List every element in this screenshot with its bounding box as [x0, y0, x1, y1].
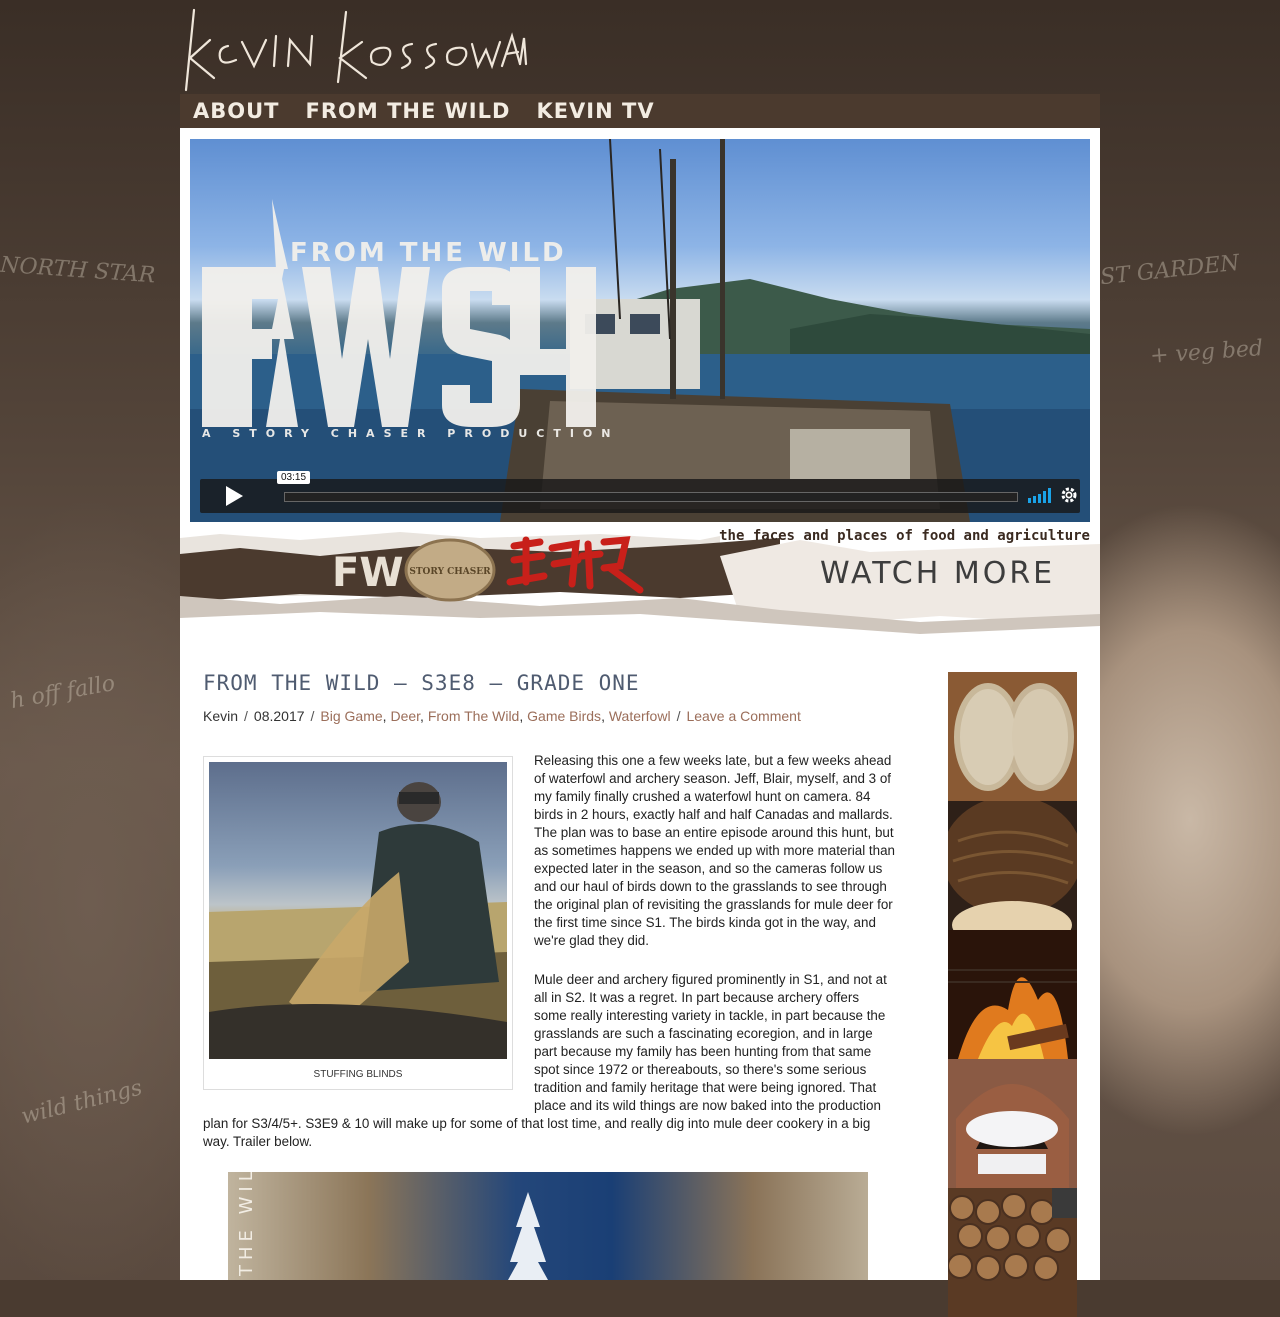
watch-more-link[interactable]: WATCH MORE	[820, 556, 1055, 591]
video-thumbnail: FROM THE WILD A STORY CHASER PRODUCTION	[190, 139, 1090, 522]
video-overlay-subtitle: A STORY CHASER PRODUCTION	[202, 427, 619, 440]
post-meta: Kevin/08.2017/Big Game, Deer, From The W…	[203, 708, 801, 724]
sidebar-image-bread[interactable]	[948, 672, 1077, 801]
sidebar-image-loaf[interactable]	[948, 801, 1077, 930]
trailer-overlay-text: THE WILD	[236, 1172, 257, 1277]
story-chaser-logo: STORY CHASER	[409, 567, 491, 577]
video-progress-bar[interactable]	[284, 492, 1018, 502]
sidebar	[948, 672, 1077, 1317]
content-panel: FROM THE WILD A STORY CHASER PRODUCTION …	[180, 128, 1100, 1317]
play-button[interactable]	[214, 483, 254, 509]
bread-photo	[954, 683, 1074, 791]
post-body: Releasing this one a few weeks late, but…	[203, 752, 895, 1172]
firewood-photo	[948, 1188, 1077, 1281]
category-link-waterfowl[interactable]: Waterfowl	[609, 708, 671, 724]
category-link-big-game[interactable]: Big Game	[320, 708, 382, 724]
post-title[interactable]: FROM THE WILD – S3E8 – GRADE ONE	[203, 671, 640, 695]
nav-item-about[interactable]: ABOUT	[193, 99, 280, 123]
post-author: Kevin	[203, 708, 239, 724]
post-date: 08.2017	[253, 708, 305, 724]
video-timecode: 03:15	[277, 471, 311, 484]
category-link-from-the-wild[interactable]: From The Wild	[428, 708, 520, 724]
video-controls: 03:15	[200, 471, 1080, 513]
loaf-photo	[948, 801, 1077, 930]
trailer-thumbnail: THE WILD	[236, 1172, 548, 1280]
sidebar-image-oven[interactable]	[948, 1059, 1077, 1188]
fw-logo: FW	[332, 550, 403, 596]
fire-photo	[948, 969, 1077, 1059]
video-player[interactable]: FROM THE WILD A STORY CHASER PRODUCTION …	[190, 139, 1090, 522]
nav-item-kevin-tv[interactable]: KEVIN TV	[536, 99, 654, 123]
video-overlay-title: FROM THE WILD	[290, 238, 567, 268]
sidebar-image-firewood[interactable]	[948, 1188, 1077, 1317]
trailer-video[interactable]: THE WILD	[228, 1172, 868, 1280]
watch-more-banner[interactable]: FW STORY CHASER the faces and places of …	[180, 526, 1100, 636]
nav-item-from-the-wild[interactable]: FROM THE WILD	[306, 99, 511, 123]
site-logo[interactable]	[180, 2, 530, 94]
volume-icon[interactable]	[1028, 487, 1052, 503]
play-icon	[226, 486, 243, 506]
sidebar-image-fire[interactable]	[948, 930, 1077, 1059]
leave-comment-link[interactable]: Leave a Comment	[686, 708, 800, 724]
banner-tagline: the faces and places of food and agricul…	[719, 528, 1090, 544]
category-link-game-birds[interactable]: Game Birds	[527, 708, 601, 724]
category-link-deer[interactable]: Deer	[390, 708, 420, 724]
oven-photo	[956, 1084, 1069, 1188]
gear-icon[interactable]	[1060, 486, 1078, 504]
main-nav: ABOUT FROM THE WILD KEVIN TV	[180, 94, 1100, 128]
